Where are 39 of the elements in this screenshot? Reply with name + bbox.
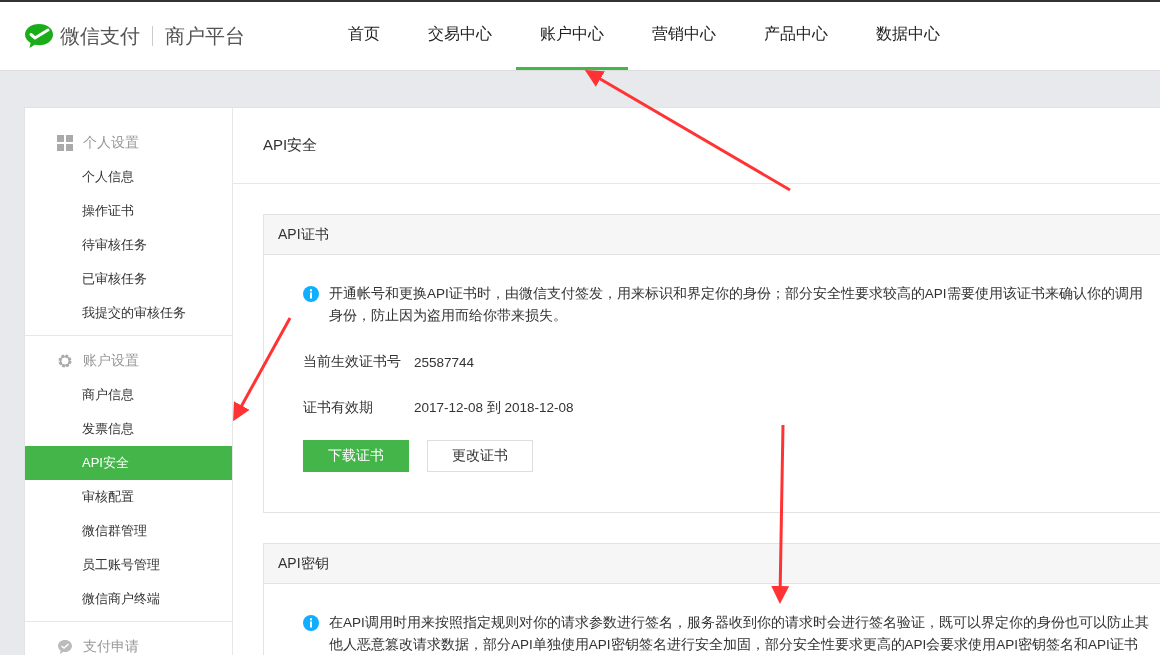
action-button[interactable]: 更改证书 [427,440,533,472]
notice-text: 他人恶意篡改请求数据，部分API单独使用API密钥签名进行安全加固，部分安全性要求更高的API会要求使用API密钥签名和API证书 [329,636,1139,654]
sidebar-group-title: 账户设置 [83,352,139,370]
nav-tab[interactable]: 首页 [324,2,404,70]
sidebar-item[interactable]: 我提交的审核任务 [25,296,232,330]
sidebar-item[interactable]: 发票信息 [25,412,232,446]
field-label: 证书有效期 [303,399,374,417]
notice-text: 开通帐号和更换API证书时，由微信支付签发，用来标识和界定你的身份；部分安全性要求较高的API需要使用该证书来确认你的调用 [329,285,1143,303]
grid-icon [57,135,73,151]
sidebar-item[interactable]: 待审核任务 [25,228,232,262]
card-title: API证书 [278,225,329,244]
sidebar-item[interactable]: 微信商户终端 [25,582,232,616]
notice-text: 在API调用时用来按照指定规则对你的请求参数进行签名，服务器收到你的请求时会进行签名验证，既可以界定你的身份也可以防止其 [329,614,1149,632]
notice-text: 身份，防止因为盗用而给你带来损失。 [329,307,568,325]
sidebar-item[interactable]: 操作证书 [25,194,232,228]
info-icon [303,615,319,631]
nav-tab[interactable]: 交易中心 [404,2,516,70]
page-title: API安全 [263,136,318,155]
product-name: 商户平台 [165,23,245,49]
nav-tab[interactable]: 产品中心 [740,2,852,70]
sidebar-item[interactable]: 员工账号管理 [25,548,232,582]
sidebar-item[interactable]: 审核配置 [25,480,232,514]
nav-tab[interactable]: 营销中心 [628,2,740,70]
nav-tab[interactable]: 账户中心 [516,2,628,70]
sidebar-item[interactable]: 微信群管理 [25,514,232,548]
nav-tab[interactable]: 数据中心 [852,2,964,70]
card-title: API密钥 [278,554,329,573]
info-icon [303,286,319,302]
brand-name: 微信支付 [60,23,140,49]
sidebar-item[interactable]: 商户信息 [25,378,232,412]
field-value: 25587744 [414,354,475,370]
sidebar-group-title: 个人设置 [83,134,139,152]
sidebar-item[interactable]: 已审核任务 [25,262,232,296]
sidebar-item[interactable]: 个人信息 [25,160,232,194]
field-value: 2017-12-08 到 2018-12-08 [414,399,574,417]
sidebar-group-title: 支付申请 [83,638,139,655]
wechat-pay-logo-icon [24,23,54,49]
field-label: 当前生效证书号 [303,353,402,371]
settings-icon [57,353,73,369]
